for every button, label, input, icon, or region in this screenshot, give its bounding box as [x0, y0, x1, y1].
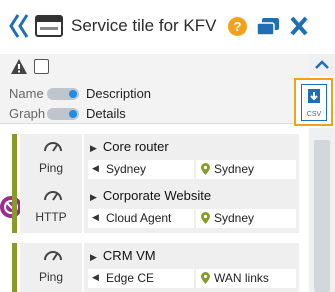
expand-arrow-icon: ▶ — [90, 192, 97, 202]
service-tile-icon — [35, 15, 63, 37]
location-value: Sydney — [214, 211, 255, 225]
service-tile[interactable]: Ping ▶ CRM VM ◀ Edge CE WAN links — [12, 243, 299, 292]
expand-arrow-icon: ▶ — [90, 252, 97, 262]
toolbar — [0, 54, 309, 80]
scrollbar[interactable] — [309, 128, 335, 292]
check-type-cell: Ping — [20, 134, 82, 184]
check-type-cell: Ping — [20, 243, 82, 292]
service-tile[interactable]: Ping ▶ Core router ◀ Sydney Sydney — [12, 134, 299, 184]
status-indicator — [12, 183, 17, 233]
tile-info: ▶ CRM VM ◀ Edge CE WAN links — [84, 243, 299, 292]
source-value: Edge CE — [106, 271, 155, 285]
status-indicator — [12, 243, 17, 292]
source-field: ◀ Edge CE — [88, 269, 194, 288]
service-name-text: Corporate Website — [102, 188, 212, 203]
download-icon — [308, 89, 320, 103]
graph-option-label: Graph — [9, 106, 46, 121]
tile-info: ▶ Core router ◀ Sydney Sydney — [84, 134, 299, 184]
gauge-icon — [44, 191, 62, 201]
csv-file-icon: CSV — [301, 84, 327, 121]
gauge-icon — [44, 251, 62, 261]
service-tile[interactable]: HTTP ▶ Corporate Website ◀ Cloud Agent Syd… — [12, 183, 299, 233]
gauge-icon — [44, 142, 62, 152]
location-field: Sydney — [196, 209, 296, 228]
left-arrow-icon: ◀ — [92, 163, 99, 173]
source-value: Cloud Agent — [106, 211, 172, 225]
csv-label: CSV — [306, 111, 322, 118]
status-indicator — [12, 134, 17, 184]
location-field: Sydney — [196, 160, 296, 179]
help-button[interactable]: ? — [228, 17, 247, 36]
close-icon[interactable] — [289, 15, 309, 37]
graph-toggle[interactable] — [47, 108, 79, 120]
scroll-up-button[interactable] — [309, 54, 335, 76]
double-chevron-left-icon[interactable] — [8, 13, 30, 39]
scrollbar-thumb[interactable] — [314, 140, 330, 292]
check-type-label: Ping — [38, 270, 64, 284]
select-checkbox[interactable] — [34, 59, 49, 74]
source-field: ◀ Cloud Agent — [88, 209, 194, 228]
name-option-label: Name — [9, 86, 44, 101]
expand-arrow-icon: ▶ — [90, 143, 97, 153]
service-name-text: Core router — [102, 139, 169, 154]
service-name[interactable]: ▶ Core router — [90, 139, 169, 154]
header: Service tile for KFV ? — [0, 0, 335, 50]
source-field: ◀ Sydney — [88, 160, 194, 179]
check-type-label: Ping — [38, 161, 64, 175]
location-value: WAN links — [214, 271, 269, 285]
check-type-label: HTTP — [35, 210, 67, 224]
name-option-value: Description — [86, 86, 152, 101]
left-arrow-icon: ◀ — [92, 212, 99, 222]
source-value: Sydney — [106, 162, 147, 176]
warning-icon[interactable] — [10, 58, 28, 75]
tile-info: ▶ Corporate Website ◀ Cloud Agent Sydney — [84, 183, 299, 233]
location-pin-icon — [201, 163, 210, 175]
csv-export-button[interactable]: CSV — [294, 78, 333, 126]
left-arrow-icon: ◀ — [92, 272, 99, 282]
service-name[interactable]: ▶ CRM VM — [90, 248, 156, 263]
location-pin-icon — [201, 272, 210, 284]
service-name[interactable]: ▶ Corporate Website — [90, 188, 211, 203]
windows-icon[interactable] — [256, 17, 280, 37]
service-name-text: CRM VM — [102, 248, 156, 263]
chevron-up-icon — [315, 60, 329, 69]
page-title: Service tile for KFV — [71, 16, 217, 35]
check-type-cell: HTTP — [20, 183, 82, 233]
graph-option-value: Details — [86, 106, 126, 121]
location-field: WAN links — [196, 269, 296, 288]
location-value: Sydney — [214, 162, 255, 176]
location-pin-icon — [201, 212, 210, 224]
display-options: Name Description Graph Details — [0, 80, 309, 124]
name-toggle[interactable] — [47, 88, 79, 100]
